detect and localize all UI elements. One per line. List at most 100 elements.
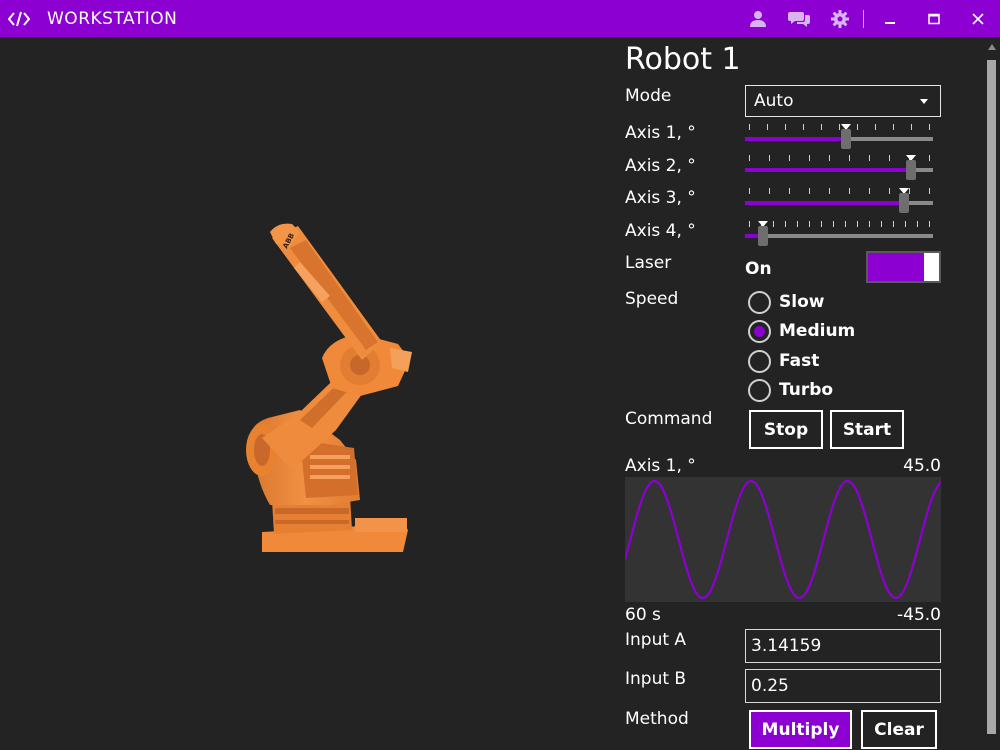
slider-tick xyxy=(929,221,930,227)
radio-circle xyxy=(748,378,771,402)
slider-tick xyxy=(789,155,790,161)
slider-tick xyxy=(785,221,786,227)
chart-min-label: -45.0 xyxy=(897,605,941,625)
slider-tick xyxy=(929,155,930,161)
slider-tick xyxy=(909,188,910,194)
robot-arm-model: ABB xyxy=(246,223,412,552)
slider-tick xyxy=(785,124,786,130)
input-a-field[interactable] xyxy=(745,629,941,663)
radio-circle xyxy=(748,319,771,343)
axis-2-label: Axis 2, ° xyxy=(625,156,696,176)
slider-thumb[interactable] xyxy=(758,226,769,246)
slider-tick xyxy=(875,124,876,130)
speed-option-label: Slow xyxy=(779,292,825,312)
slider-tick xyxy=(789,188,790,194)
slider-tick xyxy=(929,124,930,130)
user-icon[interactable] xyxy=(739,0,777,37)
speed-option-medium[interactable]: Medium xyxy=(748,318,855,344)
close-icon[interactable] xyxy=(956,0,1000,37)
laser-label: Laser xyxy=(625,253,672,273)
slider-tick xyxy=(821,221,822,227)
speed-option-label: Medium xyxy=(779,321,856,341)
axis-2-slider[interactable] xyxy=(745,155,933,183)
slider-tick xyxy=(905,221,906,227)
slider-fill xyxy=(745,201,904,205)
chart-series-label: Axis 1, ° xyxy=(625,456,696,476)
radio-circle xyxy=(748,349,771,373)
maximize-icon[interactable] xyxy=(912,0,956,37)
minimize-icon[interactable] xyxy=(868,0,912,37)
axis-1-chart xyxy=(623,477,942,602)
slider-ticks xyxy=(745,221,933,227)
slider-tick xyxy=(749,188,750,194)
chat-icon[interactable] xyxy=(777,0,821,37)
stop-button[interactable]: Stop xyxy=(749,410,823,449)
command-label: Command xyxy=(625,409,713,429)
slider-fill xyxy=(745,137,846,141)
slider-tick xyxy=(767,124,768,130)
speed-option-label: Turbo xyxy=(779,380,834,400)
slider-tick xyxy=(809,155,810,161)
input-b-field[interactable] xyxy=(745,669,941,703)
mode-selected-value: Auto xyxy=(754,91,794,111)
speed-option-fast[interactable]: Fast xyxy=(748,348,819,374)
speed-option-label: Fast xyxy=(779,351,820,371)
axis-4-slider[interactable] xyxy=(745,221,933,249)
axis-3-slider[interactable] xyxy=(745,188,933,216)
slider-tick xyxy=(833,221,834,227)
slider-tick xyxy=(821,124,822,130)
slider-tick xyxy=(829,155,830,161)
slider-tick xyxy=(849,188,850,194)
slider-tick xyxy=(845,221,846,227)
panel-scrollbar[interactable] xyxy=(986,44,998,750)
slider-tick xyxy=(869,188,870,194)
scrollbar-thumb[interactable] xyxy=(987,60,996,734)
speed-option-turbo[interactable]: Turbo xyxy=(748,377,833,403)
slider-track xyxy=(745,234,933,238)
axis-3-label: Axis 3, ° xyxy=(625,188,696,208)
title-bar-separator xyxy=(863,9,864,28)
input-b-label: Input B xyxy=(625,669,687,689)
chart-max-label: 45.0 xyxy=(903,456,941,476)
slider-thumb[interactable] xyxy=(905,160,916,180)
speed-label: Speed xyxy=(625,289,679,309)
slider-tick xyxy=(797,221,798,227)
slider-tick xyxy=(869,221,870,227)
axis-1-label: Axis 1, ° xyxy=(625,123,696,143)
chart-duration-label: 60 s xyxy=(625,605,661,625)
scroll-up-icon[interactable] xyxy=(988,44,996,50)
slider-tick xyxy=(869,155,870,161)
slider-tick xyxy=(893,221,894,227)
multiply-button[interactable]: Multiply xyxy=(749,710,852,749)
mode-dropdown[interactable]: Auto xyxy=(745,85,941,117)
laser-state-text: On xyxy=(745,259,772,279)
slider-tick xyxy=(769,188,770,194)
mode-label: Mode xyxy=(625,86,672,106)
slider-tick xyxy=(803,124,804,130)
axis-1-slider[interactable] xyxy=(745,124,933,152)
slider-tick xyxy=(829,188,830,194)
start-button[interactable]: Start xyxy=(830,410,904,449)
slider-thumb[interactable] xyxy=(898,193,909,213)
panel-title: Robot 1 xyxy=(625,42,741,77)
slider-tick xyxy=(809,188,810,194)
slider-tick xyxy=(773,221,774,227)
laser-toggle[interactable] xyxy=(866,251,941,283)
slider-tick xyxy=(749,221,750,227)
slider-tick xyxy=(881,221,882,227)
slider-tick xyxy=(849,155,850,161)
slider-tick xyxy=(749,155,750,161)
slider-fill xyxy=(745,168,911,172)
code-icon xyxy=(8,8,30,30)
slider-tick xyxy=(889,155,890,161)
clear-button[interactable]: Clear xyxy=(861,710,937,749)
slider-tick xyxy=(809,221,810,227)
robot-control-panel: Robot 1 Mode Auto Axis 1, ° Axis 2, ° Ax… xyxy=(612,37,984,750)
method-label: Method xyxy=(625,709,689,729)
gear-icon[interactable] xyxy=(821,0,859,37)
speed-option-slow[interactable]: Slow xyxy=(748,289,824,315)
slider-thumb[interactable] xyxy=(840,129,851,149)
input-a-label: Input A xyxy=(625,630,687,650)
slider-ticks xyxy=(745,124,933,130)
robot-3d-viewport[interactable]: ABB xyxy=(0,37,612,750)
